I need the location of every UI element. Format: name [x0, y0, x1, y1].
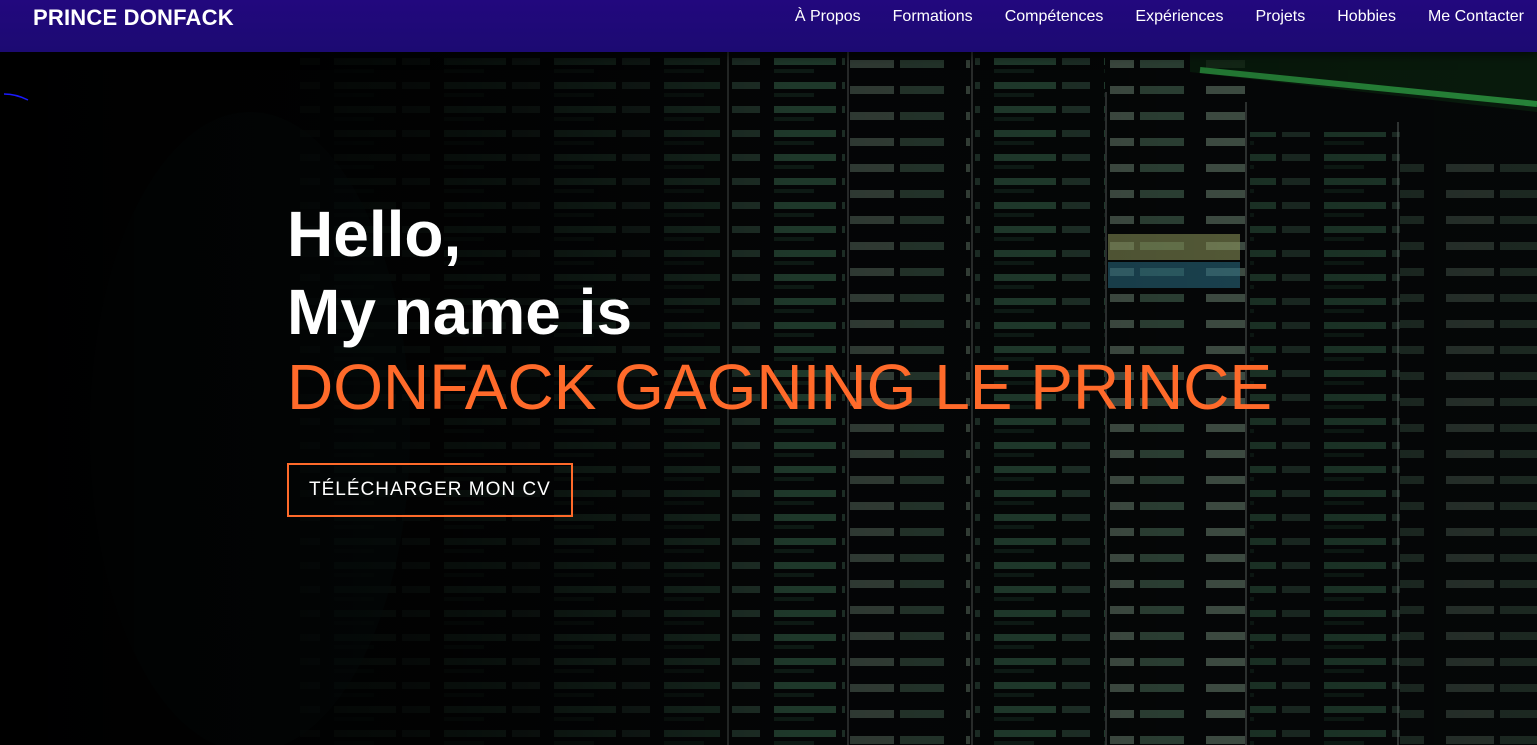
- hero-content: Hello, My name is DONFACK GAGNING LE PRI…: [287, 195, 1272, 517]
- brand-logo-link[interactable]: PRINCE DONFACK: [33, 5, 234, 31]
- hero-full-name: DONFACK GAGNING LE PRINCE: [287, 351, 1273, 423]
- nav-item-me-contacter: Me Contacter: [1428, 8, 1524, 26]
- ink-stroke-mark: [3, 93, 29, 101]
- greeting-line-1: Hello,: [287, 198, 462, 270]
- nav-item-competences: Compétences: [1005, 8, 1104, 26]
- download-cv-button[interactable]: TÉLÉCHARGER MON CV: [287, 463, 573, 517]
- nav-item-experiences: Expériences: [1135, 8, 1223, 26]
- nav-link-experiences[interactable]: Expériences: [1135, 8, 1223, 25]
- nav-item-projets: Projets: [1255, 8, 1305, 26]
- nav-link-projets[interactable]: Projets: [1255, 8, 1305, 25]
- nav-link-me-contacter[interactable]: Me Contacter: [1428, 8, 1524, 25]
- nav-link-hobbies[interactable]: Hobbies: [1337, 8, 1396, 25]
- greeting-line-2: My name is: [287, 276, 633, 348]
- nav-item-a-propos: À Propos: [795, 8, 861, 26]
- nav-item-hobbies: Hobbies: [1337, 8, 1396, 26]
- hero-section: Hello, My name is DONFACK GAGNING LE PRI…: [0, 52, 1537, 745]
- nav-menu: À Propos Formations Compétences Expérien…: [795, 8, 1524, 26]
- nav-link-formations[interactable]: Formations: [893, 8, 973, 25]
- nav-link-a-propos[interactable]: À Propos: [795, 8, 861, 25]
- nav-link-competences[interactable]: Compétences: [1005, 8, 1104, 25]
- navbar: PRINCE DONFACK À Propos Formations Compé…: [0, 0, 1537, 52]
- nav-item-formations: Formations: [893, 8, 973, 26]
- hero-greeting: Hello, My name is: [287, 195, 1272, 351]
